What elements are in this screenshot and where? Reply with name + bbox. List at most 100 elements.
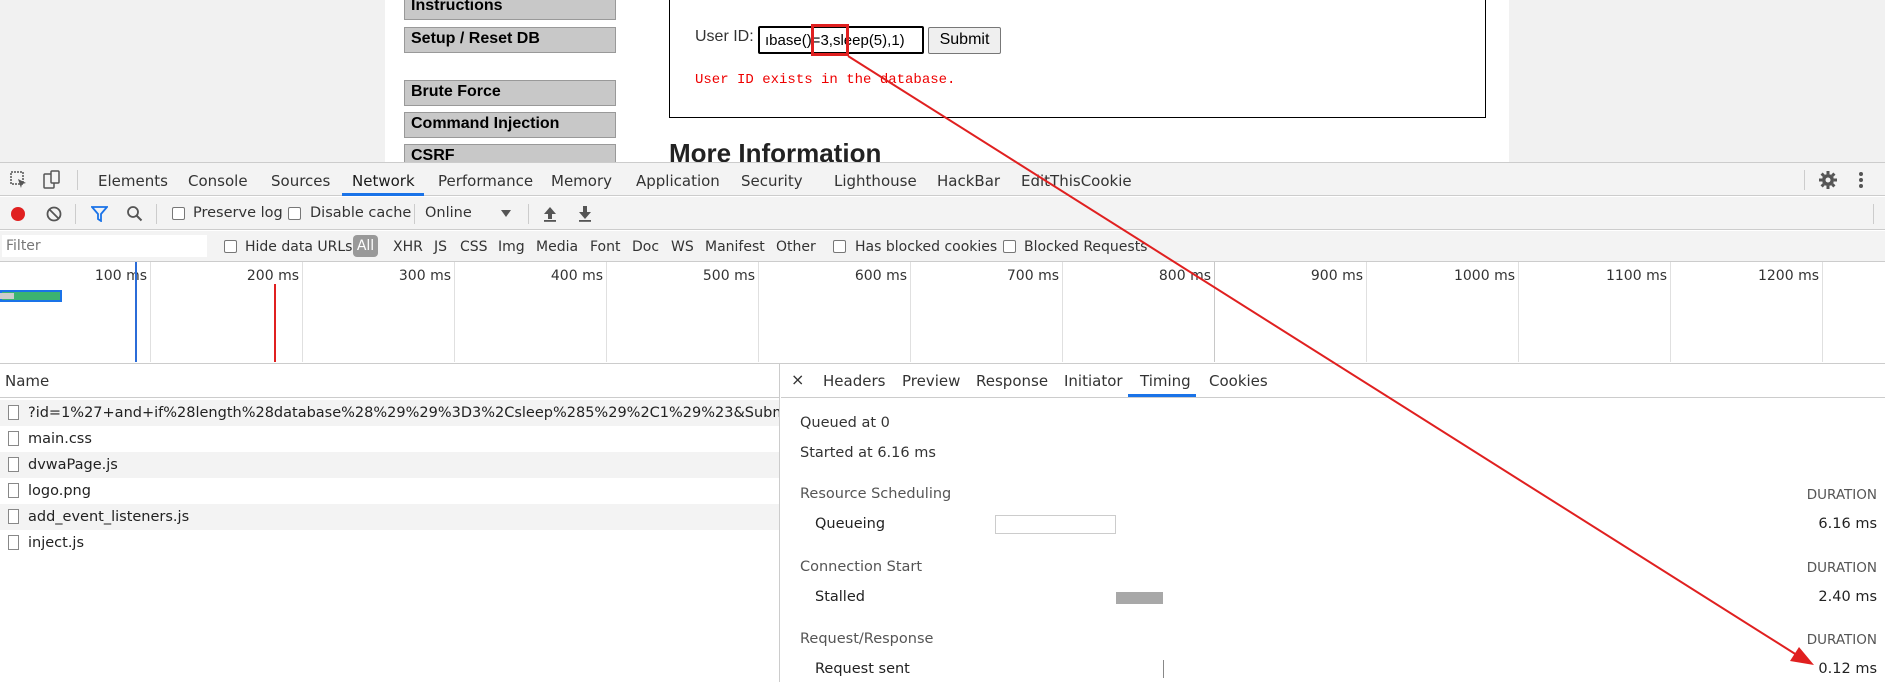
name-column-header[interactable]: Name (0, 364, 780, 398)
tab-timing[interactable]: Timing (1140, 372, 1191, 390)
request-row[interactable]: main.css (0, 426, 779, 452)
request-name: add_event_listeners.js (28, 509, 190, 525)
tab-initiator[interactable]: Initiator (1064, 372, 1123, 390)
section-connection-start: Connection Start (800, 559, 923, 575)
has-blocked-cookies-label: Has blocked cookies (855, 239, 998, 255)
network-filter-bar: Filter Hide data URLs All XHR JS CSS Img… (0, 231, 1885, 262)
tab-console[interactable]: Console (188, 172, 248, 190)
hide-data-urls-label: Hide data URLs (245, 239, 353, 255)
request-row[interactable]: dvwaPage.js (0, 452, 779, 478)
network-toolbar: Preserve log Disable cache Online (0, 197, 1885, 230)
file-icon (8, 535, 19, 550)
request-name: ?id=1%27+and+if%28length%28database%28%2… (28, 405, 779, 421)
hide-data-urls-checkbox[interactable] (224, 240, 237, 253)
file-icon (8, 509, 19, 524)
request-row[interactable]: logo.png (0, 478, 779, 504)
dropdown-arrow-icon (501, 210, 511, 217)
import-har-icon[interactable] (542, 205, 558, 222)
timeline-tick-label: 1000 ms (1453, 268, 1515, 284)
search-icon[interactable] (126, 205, 143, 222)
menu-item-instructions[interactable]: Instructions (404, 0, 616, 20)
queued-at: Queued at 0 (800, 415, 890, 431)
menu-item-command-injection[interactable]: Command Injection (404, 112, 616, 138)
timeline-tick-label: 400 ms (550, 268, 603, 284)
request-sent-label: Request sent (815, 661, 910, 677)
web-page: Instructions Setup / Reset DB Brute Forc… (0, 0, 1885, 162)
tab-network[interactable]: Network (352, 172, 415, 190)
timeline-tick-label: 800 ms (1158, 268, 1211, 284)
tab-memory[interactable]: Memory (551, 172, 612, 190)
tab-application[interactable]: Application (636, 172, 720, 190)
filter-type-doc[interactable]: Doc (632, 239, 659, 255)
menu-item-setup[interactable]: Setup / Reset DB (404, 27, 616, 53)
timeline-tick-label: 500 ms (702, 268, 755, 284)
tab-hackbar[interactable]: HackBar (937, 172, 1000, 190)
timeline-tick-label: 1100 ms (1605, 268, 1667, 284)
timeline-tick-label: 300 ms (398, 268, 451, 284)
throttling-select[interactable]: Online (425, 205, 472, 221)
record-icon[interactable] (10, 206, 26, 222)
inspect-element-icon[interactable] (10, 171, 28, 189)
filter-input[interactable]: Filter (2, 235, 207, 257)
request-detail-panel: × Headers Preview Response Initiator Tim… (781, 364, 1885, 682)
request-sent-bar (1163, 660, 1164, 678)
tab-editthiscookie[interactable]: EditThisCookie (1021, 172, 1132, 190)
more-menu-icon[interactable] (1856, 170, 1866, 190)
queueing-label: Queueing (815, 516, 886, 532)
tab-lighthouse[interactable]: Lighthouse (834, 172, 917, 190)
load-event-marker (274, 284, 276, 362)
filter-funnel-icon[interactable] (91, 206, 108, 222)
request-name: inject.js (28, 535, 85, 551)
filter-type-js[interactable]: JS (434, 239, 447, 255)
request-row[interactable]: add_event_listeners.js (0, 504, 779, 530)
file-icon (8, 457, 19, 472)
filter-type-css[interactable]: CSS (460, 239, 488, 255)
user-id-label: User ID: (695, 28, 754, 45)
filter-type-img[interactable]: Img (498, 239, 525, 255)
tab-cookies[interactable]: Cookies (1209, 372, 1268, 390)
settings-gear-icon[interactable] (1818, 170, 1838, 190)
tab-elements[interactable]: Elements (98, 172, 168, 190)
timeline-tick-label: 700 ms (1006, 268, 1059, 284)
preserve-log-checkbox[interactable] (172, 207, 185, 220)
has-blocked-cookies-checkbox[interactable] (833, 240, 846, 253)
blocked-requests-checkbox[interactable] (1003, 240, 1016, 253)
queueing-value: 6.16 ms (1818, 516, 1877, 532)
devtools-tab-bar: Elements Console Sources Network Perform… (0, 162, 1885, 196)
device-toolbar-icon[interactable] (42, 170, 62, 190)
export-har-icon[interactable] (577, 205, 593, 222)
annotation-highlight-box (811, 24, 849, 56)
filter-type-media[interactable]: Media (536, 239, 578, 255)
duration-header: DURATION (1806, 560, 1877, 576)
menu-item-brute-force[interactable]: Brute Force (404, 80, 616, 106)
disable-cache-checkbox[interactable] (288, 207, 301, 220)
filter-type-all[interactable]: All (353, 235, 378, 257)
request-list-panel: Name ?id=1%27+and+if%28length%28database… (0, 364, 780, 682)
tab-security[interactable]: Security (741, 172, 803, 190)
filter-type-xhr[interactable]: XHR (393, 239, 423, 255)
queueing-bar (995, 515, 1116, 534)
filter-type-manifest[interactable]: Manifest (705, 239, 765, 255)
domcontentloaded-marker (135, 262, 137, 362)
filter-type-other[interactable]: Other (776, 239, 816, 255)
request-row[interactable]: inject.js (0, 530, 779, 556)
tab-response[interactable]: Response (976, 372, 1048, 390)
menu-item-csrf[interactable]: CSRF (404, 144, 616, 162)
vulnerability-form-box (669, 0, 1486, 118)
tab-headers[interactable]: Headers (823, 372, 885, 390)
request-row[interactable]: ?id=1%27+and+if%28length%28database%28%2… (0, 400, 779, 426)
close-detail-icon[interactable]: × (791, 370, 804, 389)
network-timeline-overview[interactable]: 100 ms 200 ms 300 ms 400 ms 500 ms 600 m… (0, 262, 1885, 364)
tab-performance[interactable]: Performance (438, 172, 533, 190)
duration-header: DURATION (1806, 487, 1877, 503)
filter-type-ws[interactable]: WS (671, 239, 694, 255)
started-at: Started at 6.16 ms (800, 445, 936, 461)
active-detail-tab-indicator (1128, 394, 1196, 397)
section-request-response: Request/Response (800, 631, 934, 647)
clear-icon[interactable] (46, 206, 62, 222)
filter-type-font[interactable]: Font (590, 239, 620, 255)
tab-preview[interactable]: Preview (902, 372, 960, 390)
submit-button[interactable]: Submit (928, 27, 1001, 54)
file-icon (8, 431, 19, 446)
tab-sources[interactable]: Sources (271, 172, 330, 190)
